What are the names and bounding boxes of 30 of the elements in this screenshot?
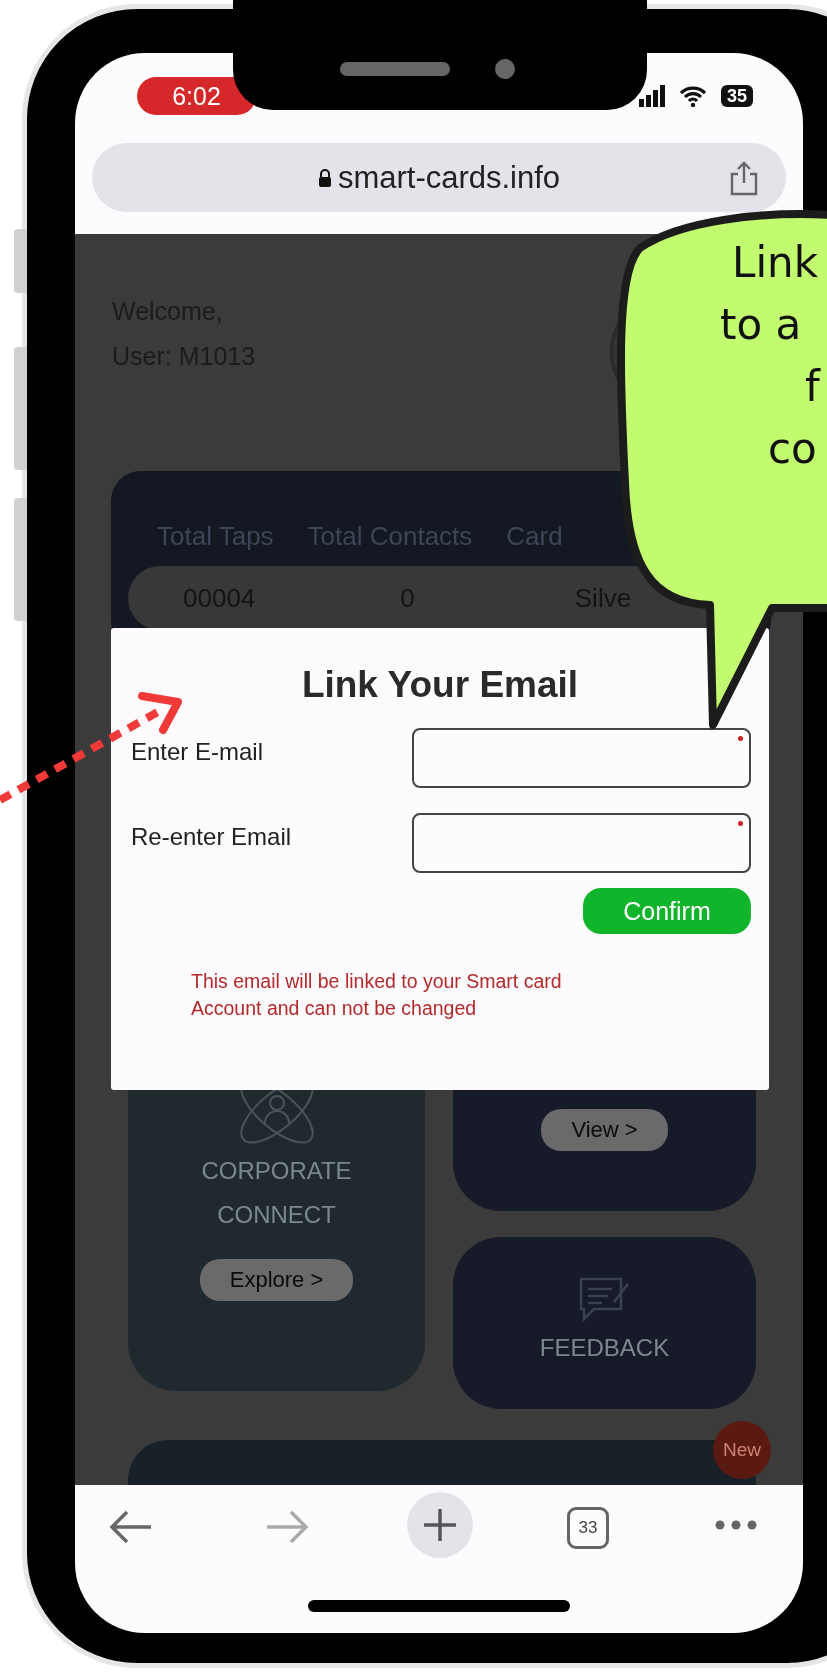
- card-title: CORPORATE: [201, 1156, 352, 1186]
- view-button[interactable]: View >: [541, 1109, 668, 1151]
- tab-count-button[interactable]: 33: [567, 1507, 609, 1549]
- email-input-field[interactable]: [412, 813, 751, 873]
- battery-level: 35: [720, 85, 753, 107]
- signal-icon: [638, 85, 665, 107]
- card-title: CONNECT: [217, 1200, 336, 1230]
- address-bar[interactable]: smart-cards.info: [92, 143, 786, 212]
- feedback-card[interactable]: FEEDBACK: [453, 1237, 756, 1409]
- share-icon[interactable]: [728, 160, 760, 196]
- explore-button[interactable]: Explore >: [199, 1259, 354, 1301]
- new-badge: New: [713, 1421, 771, 1479]
- card-title: FEEDBACK: [539, 1333, 670, 1363]
- field-label: Re-enter Email: [130, 822, 293, 851]
- callout-text: co: [768, 423, 818, 475]
- email-input-field[interactable]: [412, 728, 751, 788]
- back-icon[interactable]: [109, 1509, 153, 1545]
- wifi-icon: [678, 85, 707, 107]
- dialog-title: Link Your Email: [300, 664, 580, 706]
- url-text: smart-cards.info: [337, 159, 561, 196]
- more-icon[interactable]: [715, 1519, 757, 1531]
- confirm-button[interactable]: Confirm: [583, 888, 751, 934]
- callout-text: to a: [720, 299, 803, 351]
- camera-dot: [495, 59, 515, 79]
- plus-icon: [422, 1507, 458, 1543]
- lock-icon: [317, 168, 332, 187]
- callout-text: Link: [732, 237, 819, 289]
- status-time: 6:02: [137, 77, 256, 115]
- field-label: Enter E-mail: [130, 737, 265, 766]
- callout-text: f: [805, 361, 820, 413]
